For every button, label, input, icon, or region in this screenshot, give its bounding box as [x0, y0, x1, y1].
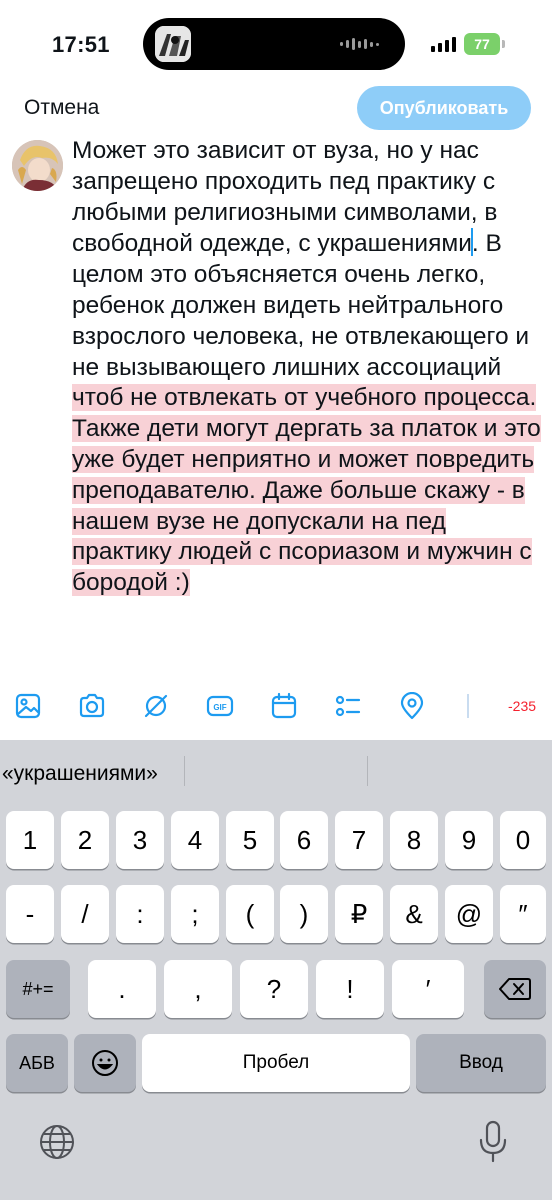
camera-icon[interactable]: [78, 692, 106, 720]
key-8[interactable]: 8: [390, 811, 438, 869]
key-colon[interactable]: :: [116, 885, 164, 943]
suggestion-divider: [367, 756, 368, 786]
status-bar: 17:51 77: [0, 0, 552, 90]
microphone-icon[interactable]: [478, 1120, 508, 1164]
location-icon[interactable]: [398, 692, 426, 720]
tweet-text-editor[interactable]: Может это зависит от вуза, но у нас запр…: [72, 136, 548, 599]
image-icon[interactable]: [14, 692, 42, 720]
key-3[interactable]: 3: [116, 811, 164, 869]
suggestion-item[interactable]: «украшениями»: [2, 762, 158, 786]
key-slash[interactable]: /: [61, 885, 109, 943]
char-counter: -235: [508, 698, 537, 714]
svg-text:GIF: GIF: [213, 703, 226, 712]
status-time: 17:51: [52, 32, 110, 57]
emoji-icon: [92, 1050, 118, 1076]
key-open-paren[interactable]: (: [226, 885, 274, 943]
key-ruble[interactable]: ₽: [335, 885, 383, 943]
key-question[interactable]: ?: [240, 960, 308, 1018]
key-9[interactable]: 9: [445, 811, 493, 869]
key-7[interactable]: 7: [335, 811, 383, 869]
globe-icon[interactable]: [38, 1123, 76, 1161]
backspace-key[interactable]: [484, 960, 546, 1018]
key-ampersand[interactable]: &: [390, 885, 438, 943]
cellular-signal-icon: [431, 36, 456, 52]
key-2[interactable]: 2: [61, 811, 109, 869]
battery-icon: 77: [464, 33, 500, 55]
key-semicolon[interactable]: ;: [171, 885, 219, 943]
key-prime[interactable]: ′: [392, 960, 464, 1018]
return-key[interactable]: Ввод: [416, 1034, 546, 1092]
tweet-text-before-caret: Может это зависит от вуза, но у нас запр…: [72, 137, 498, 258]
battery-tip: [502, 40, 505, 48]
space-key[interactable]: Пробел: [142, 1034, 410, 1092]
avatar[interactable]: [12, 140, 63, 191]
symbols-toggle-key[interactable]: #+=: [6, 960, 70, 1018]
key-close-paren[interactable]: ): [280, 885, 328, 943]
key-4[interactable]: 4: [171, 811, 219, 869]
key-at[interactable]: @: [445, 885, 493, 943]
suggestion-bar: «украшениями»: [0, 740, 552, 800]
language-switch-key[interactable]: АБВ: [6, 1034, 68, 1092]
key-1[interactable]: 1: [6, 811, 54, 869]
compose-toolbar: GIF: [0, 680, 552, 736]
emoji-key[interactable]: [74, 1034, 136, 1092]
char-ring-icon: [456, 692, 484, 720]
audio-waveform-icon: [340, 37, 379, 51]
gif-icon[interactable]: GIF: [206, 692, 234, 720]
key-exclamation[interactable]: !: [316, 960, 384, 1018]
key-6[interactable]: 6: [280, 811, 328, 869]
key-0[interactable]: 0: [500, 811, 546, 869]
key-period[interactable]: .: [88, 960, 156, 1018]
key-comma[interactable]: ,: [164, 960, 232, 1018]
grok-icon[interactable]: [142, 692, 170, 720]
key-double-prime[interactable]: ″: [500, 885, 546, 943]
dynamic-island[interactable]: [143, 18, 405, 70]
poll-icon[interactable]: [334, 692, 362, 720]
backspace-icon: [499, 978, 531, 1000]
key-hyphen[interactable]: -: [6, 885, 54, 943]
suggestion-divider: [184, 756, 185, 786]
now-playing-artwork: [155, 26, 191, 62]
publish-button[interactable]: Опубликовать: [357, 86, 531, 130]
cancel-button[interactable]: Отмена: [24, 96, 99, 120]
schedule-icon[interactable]: [270, 692, 298, 720]
tweet-text-over-limit: чтоб не отвлекать от учебного процесса. …: [72, 384, 541, 597]
key-5[interactable]: 5: [226, 811, 274, 869]
